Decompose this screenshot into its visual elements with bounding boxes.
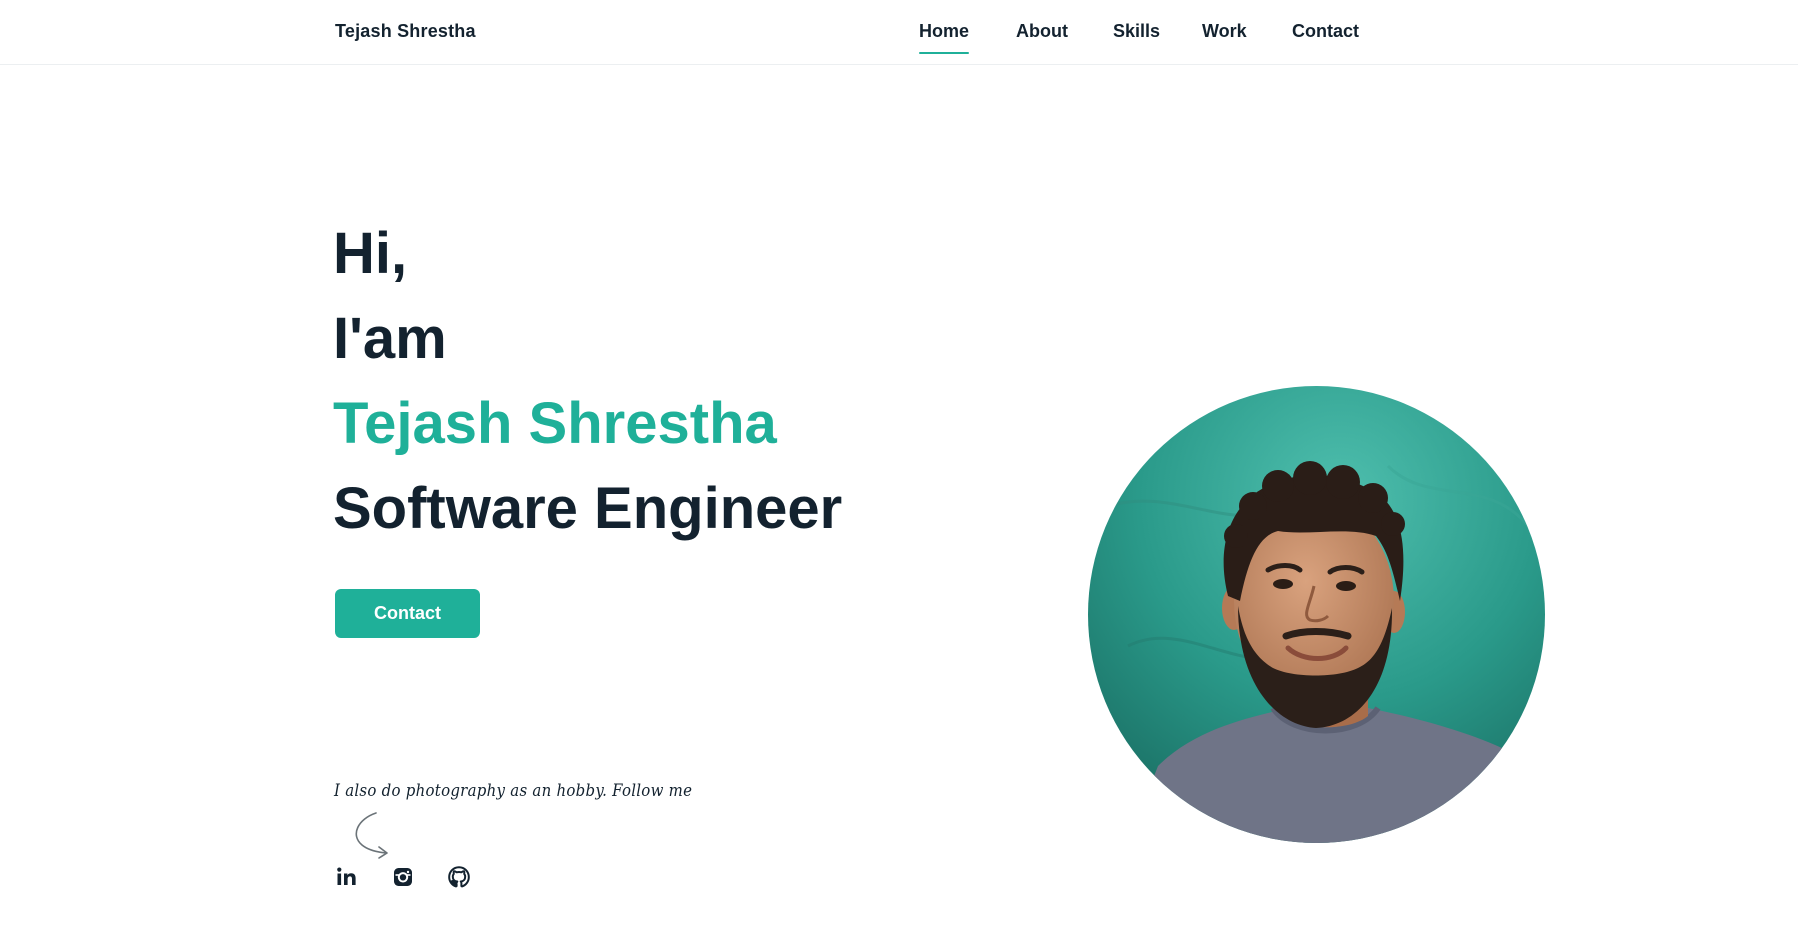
- hero-greeting: Hi,: [333, 221, 408, 286]
- main-nav: Home About Skills Work Contact: [0, 21, 1798, 61]
- contact-button[interactable]: Contact: [335, 589, 480, 638]
- hero-name: Tejash Shrestha: [333, 391, 777, 456]
- profile-photo: [1088, 386, 1545, 843]
- curved-arrow-icon: [355, 812, 388, 859]
- nav-work[interactable]: Work: [1202, 21, 1247, 42]
- github-icon[interactable]: [447, 865, 471, 889]
- hero-title: Software Engineer: [333, 476, 843, 541]
- nav-contact[interactable]: Contact: [1292, 21, 1359, 42]
- instagram-icon[interactable]: [391, 865, 415, 889]
- linkedin-icon[interactable]: [335, 865, 359, 889]
- nav-skills[interactable]: Skills: [1113, 21, 1160, 42]
- hero-intro: I'am: [333, 306, 447, 371]
- site-header: Tejash Shrestha Home About Skills Work C…: [0, 0, 1798, 65]
- nav-about[interactable]: About: [1016, 21, 1068, 42]
- hobby-note: I also do photography as an hobby. Follo…: [334, 781, 693, 801]
- nav-home[interactable]: Home: [919, 21, 970, 54]
